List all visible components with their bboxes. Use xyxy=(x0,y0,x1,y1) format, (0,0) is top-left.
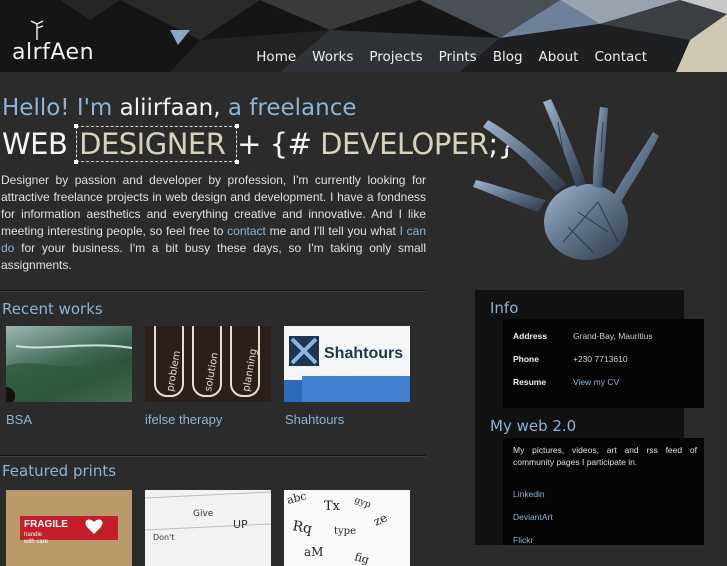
svg-text:abc: abc xyxy=(285,490,307,507)
info-row-address: Address Grand-Bay, Mauritius xyxy=(513,331,653,341)
featured-prints-title: Featured prints xyxy=(2,462,117,480)
svg-text:Tx: Tx xyxy=(324,499,341,514)
info-row-resume: Resume View my CV xyxy=(513,377,619,387)
svg-text:ze: ze xyxy=(371,510,389,528)
fragile-print-image: FRAGILE handle with care xyxy=(20,516,118,545)
info-title: Info xyxy=(490,299,519,317)
svg-text:type: type xyxy=(334,526,356,537)
info-value: Grand-Bay, Mauritius xyxy=(573,331,653,341)
hero-hello: Hello! I'm xyxy=(2,95,113,121)
print-text: with care xyxy=(23,539,49,545)
hero-plus: + {# xyxy=(237,127,312,161)
hero-designer: DESIGNER xyxy=(79,127,226,161)
flickr-link[interactable]: Flickr xyxy=(513,535,533,545)
info-key: Resume xyxy=(513,377,547,387)
selection-handle xyxy=(235,124,240,128)
nav-about[interactable]: About xyxy=(539,49,579,65)
intro-paragraph: Designer by passion and developer by pro… xyxy=(1,172,426,274)
view-cv-link[interactable]: View my CV xyxy=(573,377,619,387)
shahtours-logo-text: Shahtours xyxy=(324,345,403,362)
print-thumb-giveup[interactable]: Give Don't UP xyxy=(145,490,271,566)
section-divider xyxy=(0,455,426,457)
giveup-print-image: Give Don't UP xyxy=(145,491,271,542)
web20-box: My pictures, videos, art and rss feed of… xyxy=(503,438,704,545)
recent-works-title: Recent works xyxy=(2,300,103,318)
svg-text:gyp: gyp xyxy=(353,495,372,510)
hero-designer-box: DESIGNER xyxy=(74,124,240,164)
selection-handle xyxy=(74,124,79,128)
hero-developer: DEVELOPER xyxy=(320,127,489,161)
svg-text:Rq: Rq xyxy=(291,518,313,537)
vial-label: problem xyxy=(165,350,183,393)
work-thumb-shahtours[interactable]: Shahtours xyxy=(284,326,410,402)
hero-web: WEB xyxy=(2,127,68,161)
section-divider xyxy=(0,290,426,292)
bsa-landscape-image xyxy=(6,344,132,402)
nav-prints[interactable]: Prints xyxy=(439,49,477,65)
web20-title: My web 2.0 xyxy=(490,417,577,435)
vial-label: solution xyxy=(203,352,221,393)
selection-handle xyxy=(74,160,79,164)
nav-works[interactable]: Works xyxy=(312,49,353,65)
work-caption-bsa[interactable]: BSA xyxy=(6,412,32,427)
work-caption-ifelse[interactable]: ifelse therapy xyxy=(145,412,222,427)
hero-title: WEB DESIGNER + {# DEVELOPER;} xyxy=(2,124,516,164)
hero-greeting: Hello! I'm aliirfaan, a freelance xyxy=(2,95,357,121)
logo-mark-icon xyxy=(30,20,44,40)
selection-handle xyxy=(235,160,240,164)
contact-link[interactable]: contact xyxy=(227,224,266,238)
web20-description: My pictures, videos, art and rss feed of… xyxy=(513,445,697,467)
print-text: handle xyxy=(24,532,43,538)
intro-text-3: for your business. I'm a bit busy these … xyxy=(1,241,426,272)
main-nav: Home Works Projects Prints Blog About Co… xyxy=(256,49,647,65)
nav-blog[interactable]: Blog xyxy=(493,49,523,65)
print-text: UP xyxy=(233,518,248,531)
typography-print-image: abc Tx gyp Rq type ze aM fig xyxy=(285,490,389,566)
intro-text-2: me and I'll tell you what xyxy=(265,224,400,238)
info-value: +230 7713610 xyxy=(573,354,628,364)
hand-illustration xyxy=(473,99,659,260)
nav-home[interactable]: Home xyxy=(256,49,296,65)
print-thumb-typography[interactable]: abc Tx gyp Rq type ze aM fig xyxy=(284,490,410,566)
svg-text:aM: aM xyxy=(304,545,323,559)
hero-tagline: a freelance xyxy=(227,95,357,121)
work-thumb-bsa[interactable] xyxy=(6,326,132,402)
hero-name: aliirfaan, xyxy=(119,95,221,121)
shahtours-image: Shahtours xyxy=(284,336,410,402)
deviantart-link[interactable]: DeviantArt xyxy=(513,512,553,522)
print-thumb-fragile[interactable]: FRAGILE handle with care xyxy=(6,490,132,566)
site-logo[interactable]: alrfAen xyxy=(12,40,94,65)
vial-label: planning xyxy=(241,348,259,393)
ifelse-vials-image: problem solution planning xyxy=(154,326,260,397)
info-row-phone: Phone +230 7713610 xyxy=(513,354,628,364)
svg-text:fig: fig xyxy=(353,550,370,566)
site-header: alrfAen Home Works Projects Prints Blog … xyxy=(0,0,727,72)
print-text: FRAGILE xyxy=(24,519,68,530)
info-key: Phone xyxy=(513,354,539,364)
work-caption-shahtours[interactable]: Shahtours xyxy=(285,412,344,427)
nav-projects[interactable]: Projects xyxy=(369,49,422,65)
info-key: Address xyxy=(513,331,548,341)
linkedin-link[interactable]: Linkedin xyxy=(513,489,545,499)
print-text: Don't xyxy=(153,533,174,542)
nav-contact[interactable]: Contact xyxy=(594,49,647,65)
print-text: Give xyxy=(193,509,214,519)
work-thumb-ifelse[interactable]: problem solution planning xyxy=(145,326,271,402)
info-box: Address Grand-Bay, Mauritius Phone +230 77… xyxy=(503,319,704,408)
